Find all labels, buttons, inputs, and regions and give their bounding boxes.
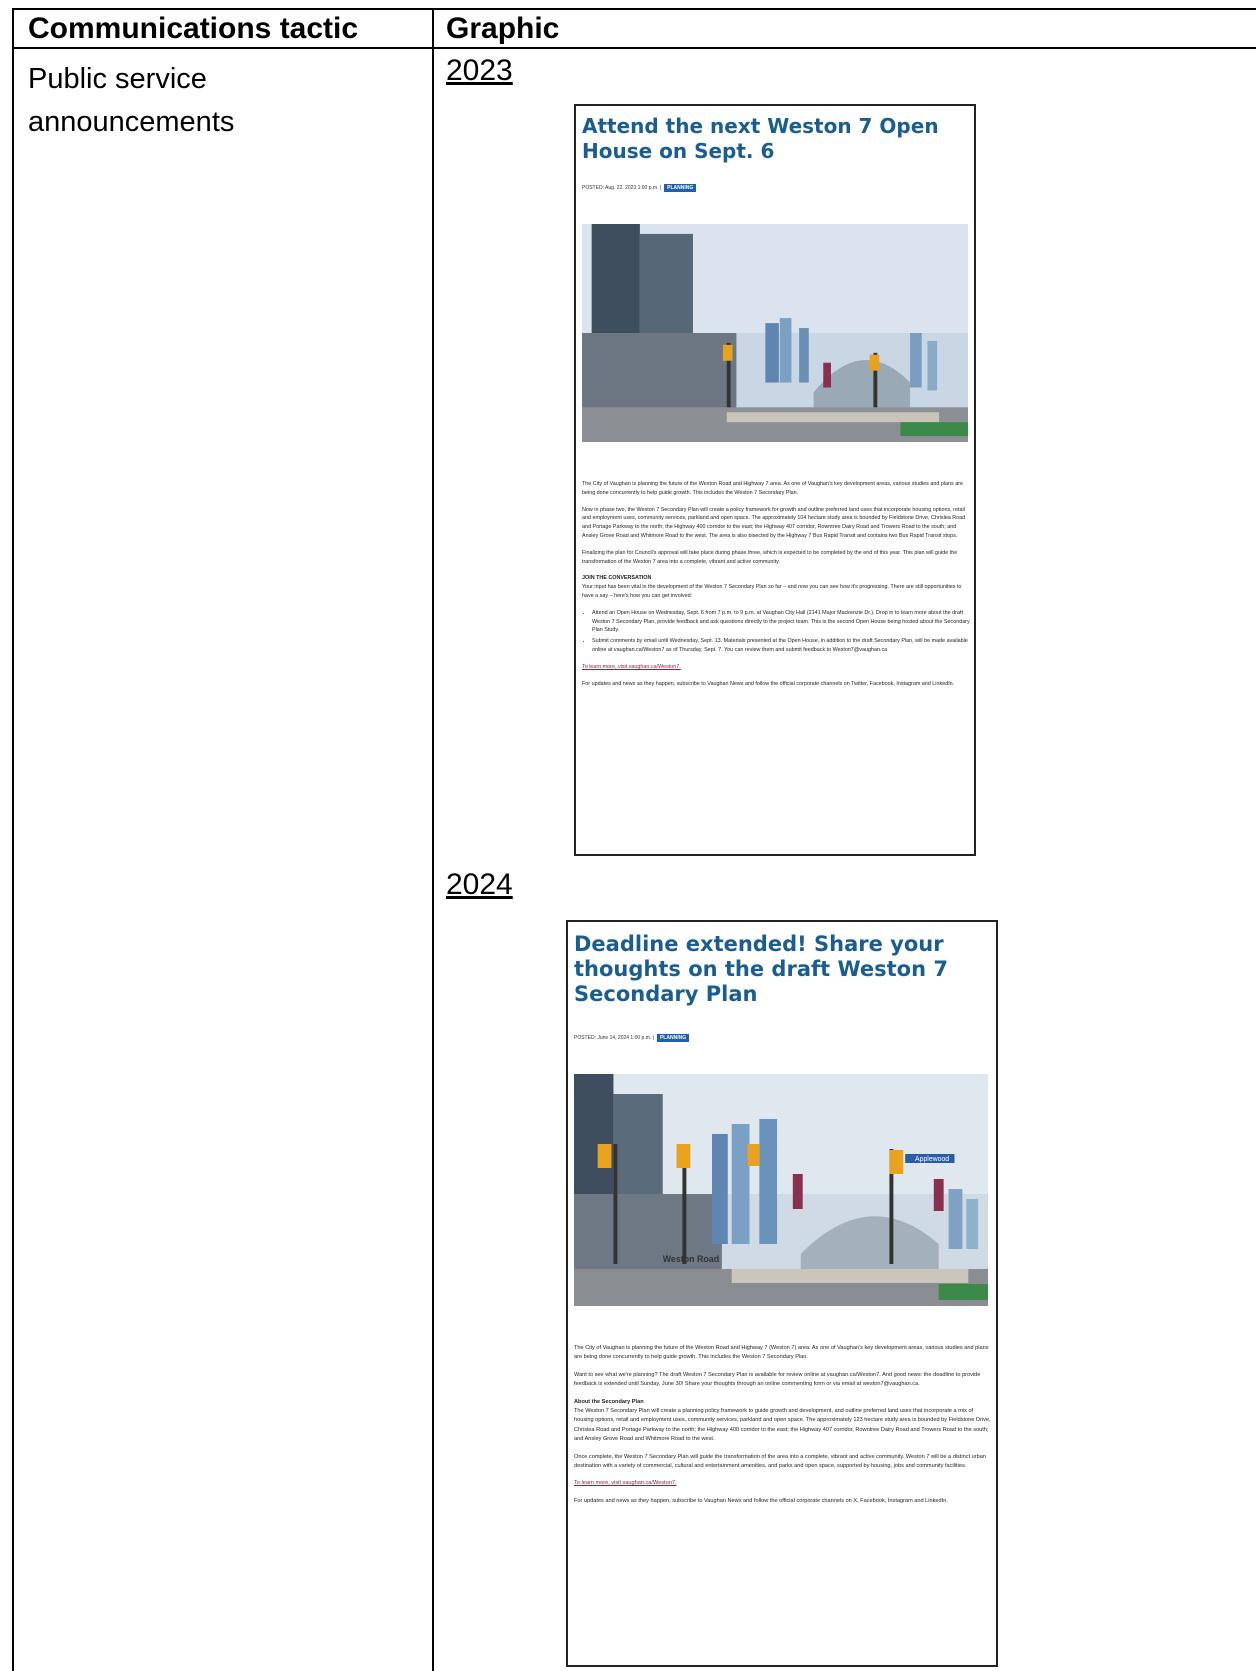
list-item: Attend an Open House on Wednesday, Sept.… [592,609,970,635]
street-sign: Weston Road [663,1254,719,1264]
column-divider [432,10,434,1671]
header-graphic: Graphic [446,12,560,45]
psa-2024-card: Deadline extended! Share your thoughts o… [566,920,998,1667]
psa-2024-title: Deadline extended! Share your thoughts o… [574,932,948,1006]
subhead: About the Secondary Plan [574,1398,644,1405]
street-scene-image [582,224,968,442]
paragraph: The Weston 7 Secondary Plan will create … [574,1408,991,1443]
psa-2024-body: The City of Vaughan is planning the futu… [574,1344,992,1514]
updates-text: For updates and news as they happen, sub… [582,680,955,687]
paragraph: Once complete, the Weston 7 Secondary Pl… [574,1453,986,1470]
header-tactic: Communications tactic [28,12,359,45]
tactic-cell: Public service announcements [28,63,235,138]
psa-2023-body: The City of Vaughan is planning the futu… [582,480,970,696]
year-2024-label: 2024 [446,868,513,901]
street-scene-image: Applewood Weston Road [574,1074,988,1306]
weston-road-photo: Applewood Weston Road [574,1074,988,1306]
updates-text: For updates and news as they happen, sub… [574,1497,948,1504]
learn-more-link[interactable]: To learn more, visit vaughan.ca/Weston7. [574,1479,992,1488]
paragraph: Your input has been vital in the develop… [582,584,962,599]
posted-date: POSTED: June 14, 2024 1:00 p.m. | [574,1035,654,1041]
psa-2023-title: Attend the next Weston 7 Open House on S… [582,114,939,163]
learn-more-link[interactable]: To learn more, visit vaughan.ca/Weston7. [582,663,970,672]
paragraph: Want to see what we're planning? The dra… [574,1371,981,1388]
psa-2024-posted: POSTED: June 14, 2024 1:00 p.m. | PLANNIN… [574,1034,690,1042]
psa-2023-posted: POSTED: Aug. 22, 2023 1:00 p.m. | PLANNIN… [582,184,697,192]
weston-road-photo [582,224,968,442]
subhead: JOIN THE CONVERSATION [582,575,652,582]
psa-2023-card: Attend the next Weston 7 Open House on S… [574,104,976,856]
paragraph: Now in phase two, the Weston 7 Secondary… [582,506,966,539]
list-item: Submit comments by email until Wednesday… [592,637,970,655]
paragraph: Finalizing the plan for Council's approv… [582,549,958,565]
posted-date: POSTED: Aug. 22, 2023 1:00 p.m. | [582,185,662,191]
paragraph: The City of Vaughan is planning the futu… [574,1345,989,1361]
paragraph: The City of Vaughan is planning the futu… [582,481,964,496]
bullet-list: Attend an Open House on Wednesday, Sept.… [582,609,970,655]
category-tag: PLANNING [664,184,697,192]
street-sign-2: Applewood [915,1156,949,1163]
category-tag: PLANNING [656,1034,690,1042]
header-divider [14,47,1256,49]
year-2023-label: 2023 [446,54,513,87]
